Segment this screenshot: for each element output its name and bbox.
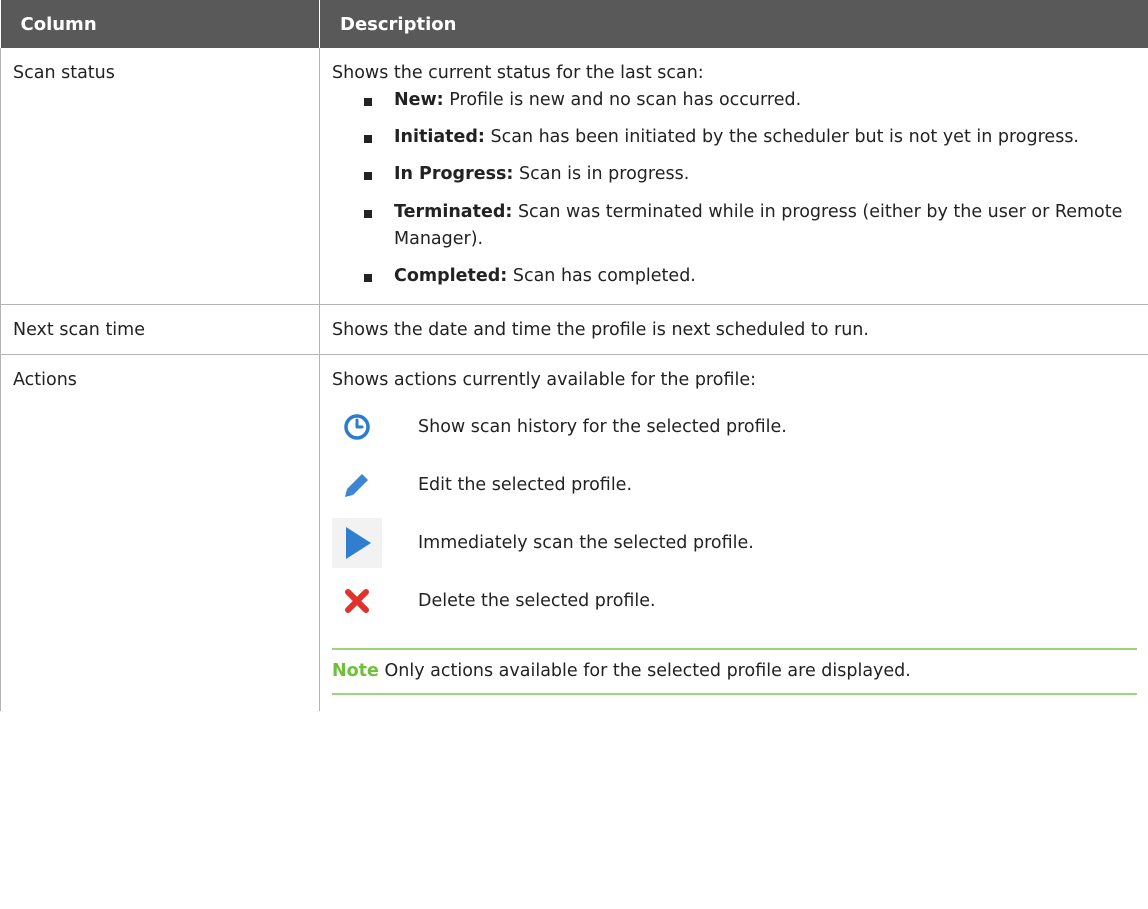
status-term: Initiated: — [394, 127, 485, 148]
action-scan-now-desc: Immediately scan the selected profile. — [418, 532, 754, 553]
action-history: Show scan history for the selected profi… — [332, 402, 1137, 452]
status-term: New: — [394, 90, 444, 111]
bullet-square — [364, 273, 372, 282]
note-box: Note Only actions available for the sele… — [332, 648, 1137, 696]
status-item-terminated: Terminated: Scan was terminated while in… — [364, 199, 1137, 253]
status-item-in-progress: In Progress: Scan is in progress. — [364, 161, 1137, 188]
bullet-square — [364, 172, 372, 181]
action-delete-desc: Delete the selected profile. — [418, 590, 656, 611]
action-scan-now: Immediately scan the selected profile. — [332, 518, 1137, 569]
action-delete: Delete the selected profile. — [332, 576, 1137, 626]
scan-status-list: New: Profile is new and no scan has occu… — [332, 87, 1137, 290]
delete-x-icon — [332, 576, 382, 626]
status-item-completed: Completed: Scan has completed. — [364, 263, 1137, 290]
status-desc: Scan has been initiated by the scheduler… — [490, 127, 1079, 148]
table-header-row: Column Description — [0, 0, 1148, 48]
bullet-square — [364, 209, 372, 218]
row-desc-next-scan-time: Shows the date and time the profile is n… — [319, 304, 1148, 356]
row-label-actions: Actions — [0, 354, 320, 712]
actions-intro: Shows actions currently available for th… — [332, 370, 756, 390]
status-item-initiated: Initiated: Scan has been initiated by th… — [364, 124, 1137, 151]
status-desc: Scan has completed. — [512, 265, 696, 286]
table-row-scan-status: Scan status Shows the current status for… — [0, 48, 1148, 305]
status-term: In Progress: — [394, 164, 514, 185]
status-item-new: New: Profile is new and no scan has occu… — [364, 87, 1137, 114]
pencil-icon — [332, 460, 382, 510]
table-row-actions: Actions Shows actions currently availabl… — [0, 354, 1148, 712]
action-history-desc: Show scan history for the selected profi… — [418, 416, 787, 437]
status-desc: Scan is in progress. — [518, 164, 690, 185]
row-desc-scan-status: Shows the current status for the last sc… — [319, 48, 1148, 305]
bullet-square — [364, 135, 372, 144]
note-text: Only actions available for the selected … — [384, 661, 911, 682]
note-label: Note — [332, 661, 379, 682]
scan-status-intro: Shows the current status for the last sc… — [332, 63, 704, 83]
bullet-square — [364, 98, 372, 107]
row-desc-actions: Shows actions currently available for th… — [320, 355, 1148, 712]
action-edit-desc: Edit the selected profile. — [418, 474, 633, 495]
action-edit: Edit the selected profile. — [332, 460, 1137, 510]
header-description: Description — [319, 0, 1148, 48]
columns-table: Column Description Scan status Shows the… — [0, 0, 1148, 712]
row-label-scan-status: Scan status — [0, 48, 320, 305]
clock-icon — [332, 402, 382, 452]
row-label-next-scan-time: Next scan time — [0, 304, 320, 356]
status-term: Completed: — [394, 265, 508, 286]
status-desc: Profile is new and no scan has occurred. — [449, 90, 802, 111]
play-icon — [332, 518, 382, 569]
header-column: Column — [0, 0, 320, 48]
status-term: Terminated: — [394, 201, 513, 222]
table-row-next-scan-time: Next scan time Shows the date and time t… — [0, 304, 1148, 356]
